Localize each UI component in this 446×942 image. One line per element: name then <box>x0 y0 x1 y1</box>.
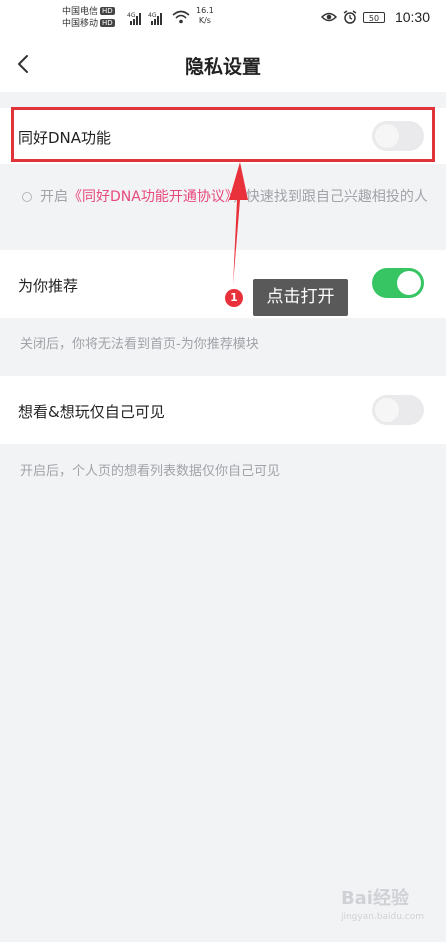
watermark-url: jingyan.baidu.com <box>340 912 424 922</box>
navigation-bar: 隐私设置 <box>0 38 446 92</box>
signal-network-type: 4G <box>148 12 157 19</box>
setting-row-want-private: 想看&想玩仅自己可见 <box>0 376 446 444</box>
signal-network-type: 4G <box>127 12 136 19</box>
want-private-description: 开启后，个人页的想看列表数据仅你自己可见 <box>20 464 281 479</box>
watermark: Bai经验 jingyan.baidu.com <box>341 884 424 922</box>
agreement-radio[interactable] <box>22 192 32 202</box>
eye-icon <box>320 12 337 22</box>
agreement-text: 开启《同好DNA功能开通协议》，快速找到跟自己兴趣相投的人 <box>22 186 432 208</box>
toggle-knob <box>375 398 399 422</box>
signal-icon: 4G <box>148 12 162 25</box>
instruction-tooltip: 点击打开 <box>253 279 348 316</box>
status-bar: 中国电信 HD 中国移动 HD 4G 4G 16.1 K/s 50 10:30 <box>0 0 446 38</box>
recommend-label: 为你推荐 <box>18 277 79 295</box>
recommend-description: 关闭后，你将无法看到首页-为你推荐模块 <box>20 337 259 352</box>
toggle-knob <box>397 271 421 295</box>
agreement-suffix: ，快速找到跟自己兴趣相投的人 <box>231 189 428 205</box>
carrier-info: 中国电信 HD 中国移动 HD <box>62 6 115 30</box>
status-right: 50 10:30 <box>320 9 430 25</box>
network-speed: 16.1 K/s <box>196 6 214 25</box>
agreement-link[interactable]: 《同好DNA功能开通协议》 <box>68 189 232 205</box>
page-title: 隐私设置 <box>184 56 261 78</box>
carrier-1: 中国电信 <box>62 7 99 17</box>
step-badge: 1 <box>225 289 243 307</box>
alarm-icon <box>343 10 357 24</box>
agreement-prefix: 开启 <box>40 189 68 205</box>
setting-row-recommend: 为你推荐 <box>0 250 446 318</box>
watermark-text: Bai经验 <box>340 888 409 909</box>
signal-icon: 4G <box>127 12 141 25</box>
highlight-box <box>11 107 435 162</box>
battery-indicator: 50 <box>362 11 385 23</box>
want-private-toggle[interactable] <box>372 395 424 425</box>
clock: 10:30 <box>394 9 430 25</box>
hd-badge: HD <box>100 19 115 27</box>
wifi-icon <box>172 10 190 24</box>
hd-badge: HD <box>100 7 115 15</box>
recommend-toggle[interactable] <box>372 268 424 298</box>
want-private-label: 想看&想玩仅自己可见 <box>18 403 165 421</box>
carrier-2: 中国移动 <box>62 19 99 29</box>
